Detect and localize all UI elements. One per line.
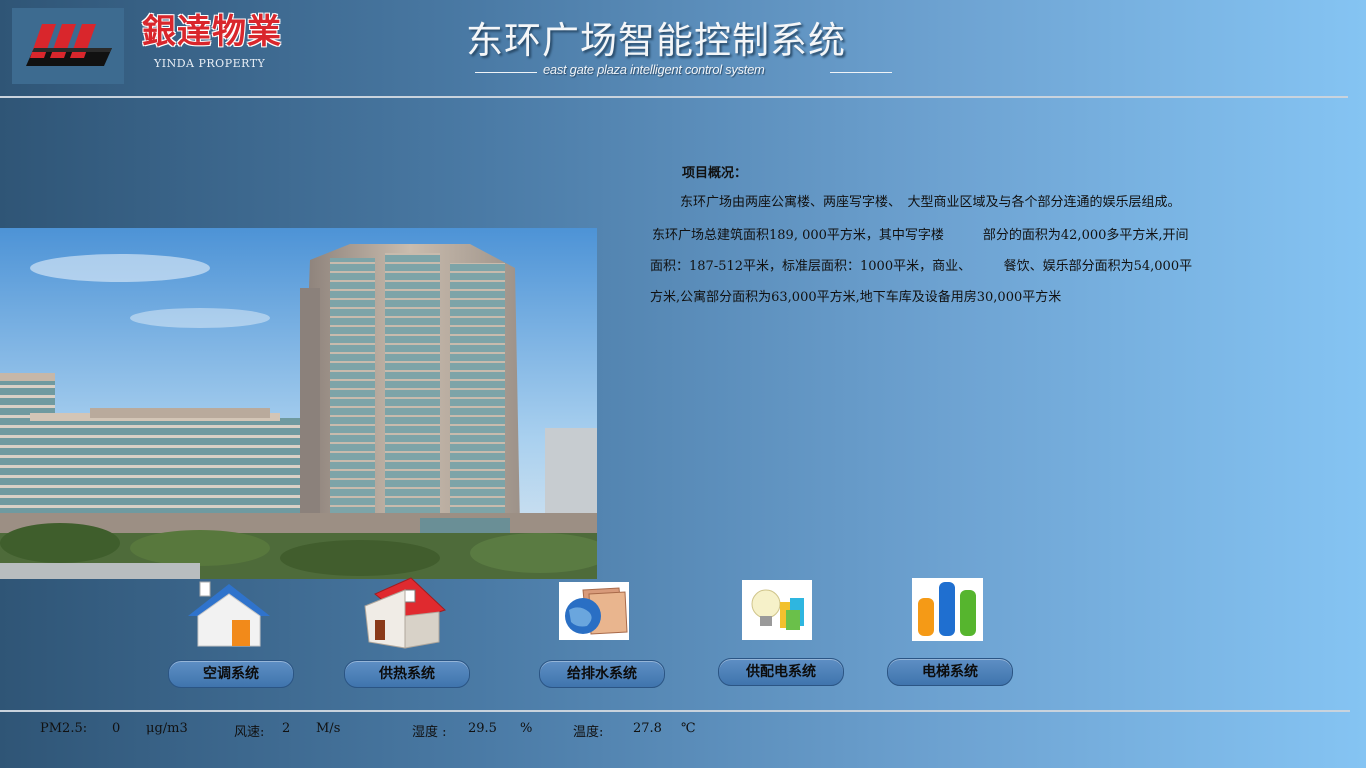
lightbulb-icon[interactable]	[742, 580, 812, 644]
power-system-button[interactable]: 供配电系统	[718, 658, 844, 686]
subtitle-divider-right	[830, 72, 892, 73]
overview-text-line: 面积：187-512平米，标准层面积：1000平米，商业、 餐饮、娱乐部分面积为…	[650, 259, 1193, 274]
overview-text-line: 东环广场由两座公寓楼、两座写字楼、 大型商业区域及与各个部分连通的娱乐层组成。	[680, 195, 1181, 210]
overview-text-line: 方米,公寓部分面积为63,000平方米,地下车库及设备用房30,000平方米	[650, 290, 1062, 305]
page-title: 东环广场智能控制系统	[466, 19, 846, 62]
subtitle-divider-left	[475, 72, 537, 73]
footer-divider	[0, 710, 1350, 712]
page-subtitle: east gate plaza intelligent control syst…	[543, 62, 765, 77]
company-logo	[12, 8, 124, 84]
building-photo	[0, 228, 597, 579]
overview-title: 项目概况：	[682, 166, 748, 181]
humidity-value: 29.5	[468, 721, 497, 736]
pm25-label: PM2.5:	[40, 721, 88, 736]
house-blue-roof-icon[interactable]	[186, 580, 272, 652]
temperature-unit: ℃	[681, 721, 696, 736]
overview-text-line: 东环广场总建筑面积189, 000平方米，其中写字楼 部分的面积为42,000多…	[652, 228, 1189, 243]
bar-chart-icon[interactable]	[912, 578, 983, 645]
wind-unit: M/s	[316, 721, 341, 736]
temperature-value: 27.8	[633, 721, 662, 736]
elevator-system-button[interactable]: 电梯系统	[887, 658, 1013, 686]
wind-value: 2	[282, 721, 291, 736]
water-system-button[interactable]: 给排水系统	[539, 660, 665, 688]
humidity-label: 湿度 :	[412, 725, 447, 740]
temperature-label: 温度:	[573, 725, 604, 740]
brand-name-en: YINDA PROPERTY	[154, 57, 266, 70]
humidity-unit: %	[520, 721, 533, 736]
hvac-system-button[interactable]: 空调系统	[168, 660, 294, 688]
pm25-value: 0	[112, 721, 121, 736]
house-red-roof-icon[interactable]	[361, 576, 447, 654]
wind-label: 风速:	[234, 725, 265, 740]
header-divider	[0, 96, 1348, 98]
heating-system-button[interactable]: 供热系统	[344, 660, 470, 688]
globe-folder-icon[interactable]	[559, 582, 629, 644]
brand-name-cn: 銀達物業	[142, 12, 282, 52]
pm25-unit: μg/m3	[146, 721, 188, 736]
